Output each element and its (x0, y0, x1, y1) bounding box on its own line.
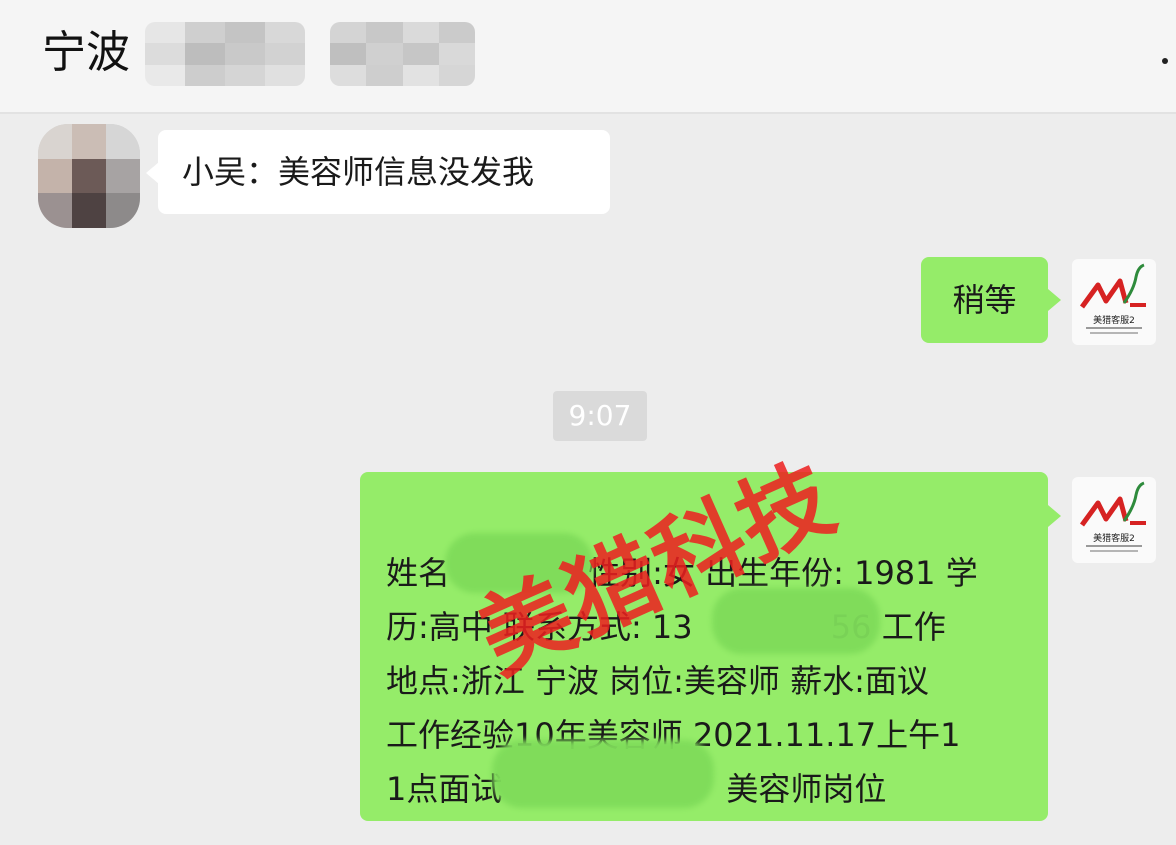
chat-title: 宁波 (42, 27, 130, 78)
self-avatar[interactable]: 美猎客服2 (1072, 477, 1156, 563)
self-avatar[interactable]: 美猎客服2 (1072, 259, 1156, 345)
redacted-name-mosaic (330, 22, 475, 86)
chat-window: 宁波 小吴：美容师信息没发我 稍等 美猎客服2 9:07 姓名 性别:女 出生年… (0, 0, 1176, 845)
redacted-name-mosaic (145, 22, 305, 86)
message-timestamp: 9:07 (553, 391, 647, 441)
outgoing-message-bubble[interactable]: 稍等 (921, 257, 1048, 343)
meilie-logo-icon: 美猎客服2 (1079, 481, 1146, 552)
more-options-icon[interactable] (1162, 58, 1168, 64)
svg-text:美猎客服2: 美猎客服2 (1093, 314, 1135, 326)
svg-text:美猎客服2: 美猎客服2 (1093, 532, 1135, 544)
chat-header: 宁波 (0, 0, 1176, 114)
bubble-tail (1048, 289, 1061, 311)
message-line: 地点:浙江 宁波 岗位:美容师 薪水:面议 (386, 662, 929, 700)
redaction-blur (712, 588, 880, 654)
bubble-tail (1048, 505, 1061, 527)
meilie-logo-icon: 美猎客服2 (1079, 263, 1146, 334)
contact-avatar[interactable] (38, 124, 140, 228)
redaction-blur (492, 740, 714, 808)
incoming-message-bubble[interactable]: 小吴：美容师信息没发我 (158, 130, 610, 214)
